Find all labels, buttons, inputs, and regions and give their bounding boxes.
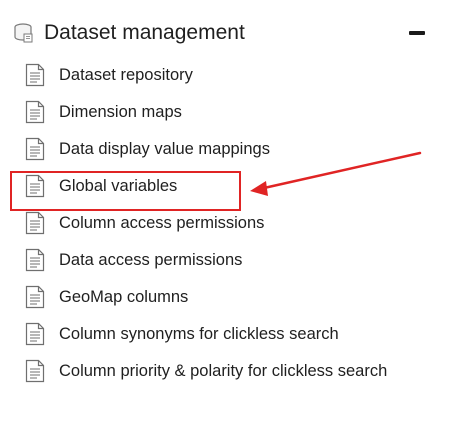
- menu-item-column-priority-polarity[interactable]: Column priority & polarity for clickless…: [22, 356, 442, 393]
- document-icon: [22, 210, 48, 236]
- menu-item-label: Column synonyms for clickless search: [59, 325, 339, 343]
- menu-item-dataset-repository[interactable]: Dataset repository: [22, 60, 442, 97]
- menu-item-label: Dimension maps: [59, 103, 182, 121]
- document-icon: [22, 321, 48, 347]
- document-icon: [22, 284, 48, 310]
- panel-title: Dataset management: [44, 21, 245, 44]
- document-icon: [22, 99, 48, 125]
- menu-item-label: Data display value mappings: [59, 140, 270, 158]
- document-icon: [22, 136, 48, 162]
- menu-item-geomap-columns[interactable]: GeoMap columns: [22, 282, 442, 319]
- dataset-management-panel: Dataset management Dataset repository Di…: [0, 0, 456, 428]
- menu-item-label: Column priority & polarity for clickless…: [59, 362, 388, 380]
- menu-item-label: Column access permissions: [59, 214, 265, 232]
- menu-item-label: Global variables: [59, 177, 178, 195]
- document-icon: [22, 173, 48, 199]
- document-icon: [22, 247, 48, 273]
- menu-item-global-variables[interactable]: Global variables: [22, 171, 442, 208]
- menu-item-data-access-permissions[interactable]: Data access permissions: [22, 245, 442, 282]
- document-icon: [22, 62, 48, 88]
- menu-item-column-synonyms[interactable]: Column synonyms for clickless search: [22, 319, 442, 356]
- panel-header[interactable]: Dataset management: [10, 18, 440, 48]
- document-icon: [22, 358, 48, 384]
- menu-item-data-display-value-mappings[interactable]: Data display value mappings: [22, 134, 442, 171]
- collapse-button[interactable]: [404, 20, 430, 46]
- menu-item-column-access-permissions[interactable]: Column access permissions: [22, 208, 442, 245]
- minus-icon: [409, 31, 425, 35]
- menu-item-label: Data access permissions: [59, 251, 243, 269]
- menu-item-label: GeoMap columns: [59, 288, 189, 306]
- menu-item-label: Dataset repository: [59, 66, 193, 84]
- menu-list: Dataset repository Dimension maps Data d…: [22, 60, 442, 393]
- menu-item-dimension-maps[interactable]: Dimension maps: [22, 97, 442, 134]
- database-icon: [10, 20, 36, 46]
